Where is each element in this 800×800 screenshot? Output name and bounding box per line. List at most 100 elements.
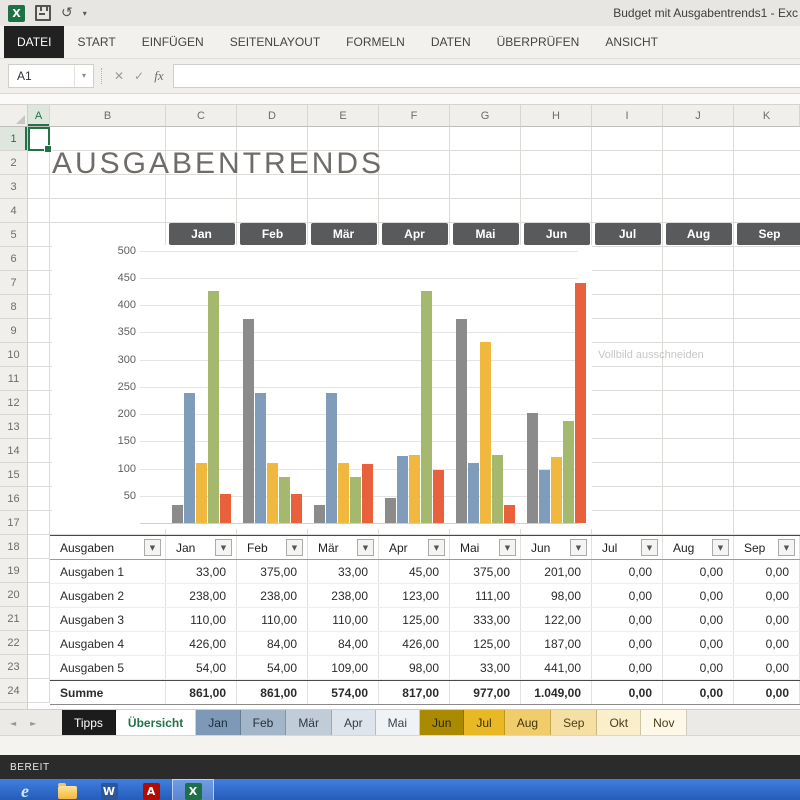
sheet-tab-feb[interactable]: Feb <box>241 710 287 735</box>
cell-value[interactable]: 45,00 <box>379 560 450 583</box>
cell-value[interactable]: 54,00 <box>237 656 308 679</box>
cell-value[interactable]: 0,00 <box>734 632 800 655</box>
ribbon-tab-überprüfen[interactable]: ÜBERPRÜFEN <box>484 26 593 58</box>
total-value[interactable]: 817,00 <box>379 681 450 704</box>
ribbon-tab-einfügen[interactable]: EINFÜGEN <box>129 26 217 58</box>
column-header-d[interactable]: D <box>237 105 308 127</box>
row-header-19[interactable]: 19 <box>0 559 27 583</box>
cell-value[interactable]: 0,00 <box>734 608 800 631</box>
total-value[interactable]: 977,00 <box>450 681 521 704</box>
filter-dropdown-icon[interactable] <box>215 539 232 556</box>
cell-value[interactable]: 238,00 <box>308 584 379 607</box>
row-header-10[interactable]: 10 <box>0 343 27 367</box>
ribbon-tab-ansicht[interactable]: ANSICHT <box>592 26 671 58</box>
cell-value[interactable]: 0,00 <box>663 656 734 679</box>
row-header-7[interactable]: 7 <box>0 271 27 295</box>
sheet-tab-tipps[interactable]: Tipps <box>62 710 116 735</box>
cell-value[interactable]: 33,00 <box>308 560 379 583</box>
row-header-15[interactable]: 15 <box>0 463 27 487</box>
total-value[interactable]: 1.049,00 <box>521 681 592 704</box>
expense-trends-chart[interactable]: 50100150200250300350400450500 <box>52 245 592 529</box>
cell-value[interactable]: 125,00 <box>379 608 450 631</box>
row-header-16[interactable]: 16 <box>0 487 27 511</box>
filter-dropdown-icon[interactable] <box>144 539 161 556</box>
chevron-down-icon[interactable] <box>74 65 93 87</box>
total-value[interactable]: 574,00 <box>308 681 379 704</box>
filter-dropdown-icon[interactable] <box>499 539 516 556</box>
ribbon-tab-formeln[interactable]: FORMELN <box>333 26 418 58</box>
filter-dropdown-icon[interactable] <box>570 539 587 556</box>
active-cell-selection[interactable] <box>28 127 50 151</box>
cell-value[interactable]: 0,00 <box>592 656 663 679</box>
cell-value[interactable]: 54,00 <box>166 656 237 679</box>
cells-area[interactable]: AUSGABENTRENDS 5010015020025030035040045… <box>28 127 800 709</box>
name-box[interactable]: A1 <box>8 64 94 88</box>
cell-value[interactable]: 110,00 <box>308 608 379 631</box>
row-label[interactable]: Ausgaben 3 <box>50 608 166 631</box>
row-header-12[interactable]: 12 <box>0 391 27 415</box>
cell-value[interactable]: 0,00 <box>592 560 663 583</box>
insert-function-icon[interactable] <box>149 68 169 84</box>
cell-value[interactable]: 0,00 <box>663 560 734 583</box>
row-header-18[interactable]: 18 <box>0 535 27 559</box>
table-header-apr[interactable]: Apr <box>379 536 450 559</box>
column-header-h[interactable]: H <box>521 105 592 127</box>
cell-value[interactable]: 110,00 <box>237 608 308 631</box>
row-header-4[interactable]: 4 <box>0 199 27 223</box>
cell-value[interactable]: 0,00 <box>663 632 734 655</box>
sheet-tab-sep[interactable]: Sep <box>551 710 597 735</box>
fill-handle[interactable] <box>44 145 52 153</box>
column-header-b[interactable]: B <box>50 105 166 127</box>
row-header-24[interactable]: 24 <box>0 679 27 703</box>
column-header-e[interactable]: E <box>308 105 379 127</box>
sheet-tab-apr[interactable]: Apr <box>332 710 376 735</box>
column-header-a[interactable]: A <box>28 105 50 127</box>
column-header-c[interactable]: C <box>166 105 237 127</box>
row-header-3[interactable]: 3 <box>0 175 27 199</box>
row-header-20[interactable]: 20 <box>0 583 27 607</box>
undo-icon[interactable] <box>61 6 73 20</box>
cell-value[interactable]: 0,00 <box>734 656 800 679</box>
filter-dropdown-icon[interactable] <box>286 539 303 556</box>
row-header-2[interactable]: 2 <box>0 151 27 175</box>
sheet-tab-nov[interactable]: Nov <box>641 710 687 735</box>
cell-value[interactable]: 375,00 <box>237 560 308 583</box>
cell-value[interactable]: 0,00 <box>592 632 663 655</box>
total-value[interactable]: 861,00 <box>166 681 237 704</box>
filter-dropdown-icon[interactable] <box>641 539 658 556</box>
cell-value[interactable]: 110,00 <box>166 608 237 631</box>
filter-dropdown-icon[interactable] <box>712 539 729 556</box>
cell-value[interactable]: 0,00 <box>592 608 663 631</box>
row-label[interactable]: Ausgaben 5 <box>50 656 166 679</box>
total-label[interactable]: Summe <box>50 681 166 704</box>
total-value[interactable]: 0,00 <box>734 681 800 704</box>
row-label[interactable]: Ausgaben 2 <box>50 584 166 607</box>
table-header-mai[interactable]: Mai <box>450 536 521 559</box>
file-explorer-button[interactable] <box>46 779 88 800</box>
sheet-tab-jun[interactable]: Jun <box>420 710 464 735</box>
cell-value[interactable]: 0,00 <box>734 584 800 607</box>
cell-value[interactable]: 187,00 <box>521 632 592 655</box>
filter-dropdown-icon[interactable] <box>357 539 374 556</box>
sheet-tab-übersicht[interactable]: Übersicht <box>116 710 196 735</box>
row-header-17[interactable]: 17 <box>0 511 27 535</box>
customize-quick-access-icon[interactable] <box>83 9 87 18</box>
cell-value[interactable]: 375,00 <box>450 560 521 583</box>
sheet-tab-aug[interactable]: Aug <box>505 710 551 735</box>
cell-value[interactable]: 84,00 <box>308 632 379 655</box>
cell-value[interactable]: 426,00 <box>379 632 450 655</box>
save-icon[interactable] <box>35 5 51 21</box>
column-header-f[interactable]: F <box>379 105 450 127</box>
row-header-14[interactable]: 14 <box>0 439 27 463</box>
prev-sheet-icon[interactable] <box>10 719 16 728</box>
row-label[interactable]: Ausgaben 1 <box>50 560 166 583</box>
cell-value[interactable]: 0,00 <box>734 560 800 583</box>
row-header-11[interactable]: 11 <box>0 367 27 391</box>
cell-value[interactable]: 109,00 <box>308 656 379 679</box>
select-all-corner[interactable] <box>0 105 28 127</box>
word-button[interactable] <box>88 779 130 800</box>
table-header-jan[interactable]: Jan <box>166 536 237 559</box>
cell-value[interactable]: 125,00 <box>450 632 521 655</box>
horizontal-scrollbar[interactable] <box>0 735 800 755</box>
row-header-1[interactable]: 1 <box>0 127 27 151</box>
